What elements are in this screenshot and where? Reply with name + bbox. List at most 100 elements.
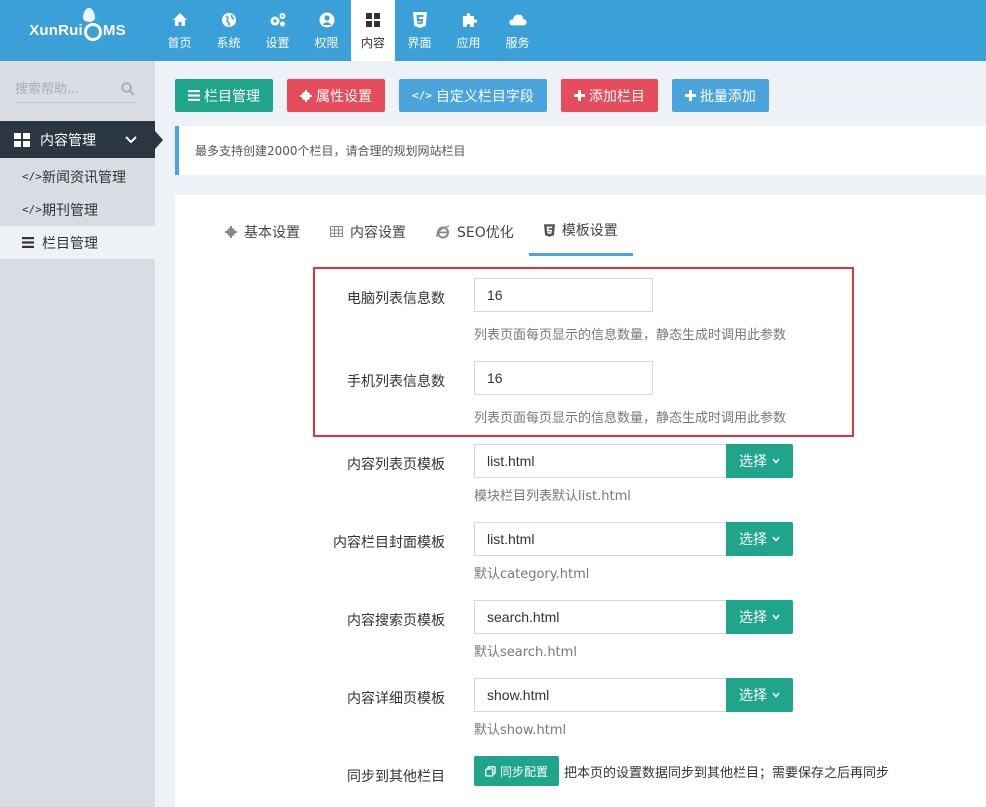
chevron-down-icon [772,458,780,464]
search-icon[interactable] [121,82,135,100]
nav-label: 权限 [314,35,339,50]
sidebar: 内容管理 </> 新闻资讯管理 </> 期刊管理 栏目管理 [0,61,163,807]
sidebar-group-content[interactable]: 内容管理 [0,121,163,158]
nav-item-home[interactable]: 首页 [155,0,204,61]
nav-label: 应用 [456,35,481,50]
column-manage-button[interactable]: 栏目管理 [175,79,273,112]
notice-text: 最多支持创建2000个栏目，请合理的规划网站栏目 [195,144,466,158]
cloud-icon [508,11,527,29]
cover-template-help: 默认category.html [474,567,590,582]
pc-list-help: 列表页面每页显示的信息数量，静态生成时调用此参数 [474,328,787,343]
button-label: 栏目管理 [204,88,260,105]
cover-template-input[interactable]: list.html [474,522,727,556]
top-nav: 首页 系统 设置 权限 内容 界面 应用 服务 [155,0,542,61]
nav-label: 系统 [216,35,241,50]
batch-add-button[interactable]: 批量添加 [671,79,769,112]
list-template-help: 模块栏目列表默认list.html [474,489,631,504]
logo-text-right: MS [102,22,126,39]
search-template-label: 内容搜索页模板 [347,613,445,629]
search-input[interactable] [15,79,115,99]
sidebar-group-label: 内容管理 [40,132,96,149]
gears-icon [269,11,287,29]
sidebar-item-news[interactable]: </> 新闻资讯管理 [0,160,155,193]
show-template-help: 默认show.html [474,723,567,738]
gear-icon [300,89,312,102]
plus-icon [573,90,585,101]
mobile-list-count-input[interactable]: 16 [474,361,653,395]
tab-seo[interactable]: SEO优化 [421,215,529,256]
show-template-label: 内容详细页模板 [347,691,445,707]
code-icon: </> [412,89,432,102]
sidebar-item-label: 新闻资讯管理 [42,169,126,186]
nav-item-apps[interactable]: 应用 [444,0,493,61]
logo[interactable]: XunRui MS [0,0,155,61]
list-template-input[interactable]: list.html [474,444,727,478]
logo-text-left: XunRui [29,22,83,39]
nav-label: 界面 [407,35,432,50]
list-icon [22,237,36,248]
button-label: 添加栏目 [588,88,645,105]
button-label: 批量添加 [699,88,756,105]
pc-list-count-input[interactable]: 16 [474,278,653,312]
logo-c-ring [83,22,102,41]
list-template-select-button[interactable]: 选择 [726,444,793,478]
home-icon [171,11,189,29]
tab-label: 模板设置 [561,223,618,239]
settings-panel: 基本设置 内容设置 SEO优化 模板设置 电脑列表信息数 16 列表页面每页显示… [175,195,986,807]
grid-icon [14,132,30,147]
add-column-button[interactable]: 添加栏目 [560,79,658,112]
sync-config-button[interactable]: 同步配置 [474,756,559,786]
active-arrow [155,131,163,149]
chevron-down-icon [772,536,780,542]
globe-icon [220,11,238,29]
sidebar-search [15,79,137,103]
cover-template-select-button[interactable]: 选择 [726,522,793,556]
nav-item-permissions[interactable]: 权限 [302,0,351,61]
sync-label: 同步到其他栏目 [347,769,445,785]
puzzle-icon [460,11,478,29]
nav-item-content[interactable]: 内容 [351,0,395,61]
chevron-down-icon [125,133,137,149]
tab-label: 内容设置 [350,224,406,241]
nav-item-interface[interactable]: 界面 [395,0,444,61]
pc-list-label: 电脑列表信息数 [347,291,445,307]
copy-icon [485,765,496,777]
gear-icon [225,225,237,238]
sidebar-item-journal[interactable]: </> 期刊管理 [0,193,155,226]
ie-icon [436,224,450,239]
select-label: 选择 [739,610,767,626]
button-label: 自定义栏目字段 [435,88,534,105]
search-template-input[interactable]: search.html [474,600,727,634]
info-notice: 最多支持创建2000个栏目，请合理的规划网站栏目 [175,126,986,175]
mobile-list-help: 列表页面每页显示的信息数量，静态生成时调用此参数 [474,411,787,426]
tab-basic-settings[interactable]: 基本设置 [210,215,315,256]
attribute-settings-button[interactable]: 属性设置 [287,79,385,112]
toolbar: 栏目管理 属性设置 </> 自定义栏目字段 添加栏目 批量添加 [175,79,783,112]
nav-item-settings[interactable]: 设置 [253,0,302,61]
tab-label: SEO优化 [457,224,514,241]
select-label: 选择 [739,454,767,470]
tab-template-settings[interactable]: 模板设置 [528,215,633,256]
sidebar-item-columns[interactable]: 栏目管理 [0,226,155,259]
grid-icon [364,11,382,29]
code-icon: </> [22,203,42,216]
sidebar-item-label: 期刊管理 [42,202,98,219]
list-template-label: 内容列表页模板 [347,457,445,473]
nav-label: 内容 [360,35,385,50]
sync-help: 把本页的设置数据同步到其他栏目；需要保存之后再同步 [564,766,890,781]
custom-field-button[interactable]: </> 自定义栏目字段 [399,79,547,112]
tab-content-settings[interactable]: 内容设置 [315,215,421,256]
sidebar-item-label: 栏目管理 [42,235,98,252]
show-template-input[interactable]: show.html [474,678,727,712]
mobile-list-label: 手机列表信息数 [347,374,445,390]
nav-label: 设置 [265,35,290,50]
chevron-down-icon [772,692,780,698]
select-label: 选择 [739,688,767,704]
nav-item-system[interactable]: 系统 [204,0,253,61]
tab-label: 基本设置 [244,224,300,241]
search-template-select-button[interactable]: 选择 [726,600,793,634]
show-template-select-button[interactable]: 选择 [726,678,793,712]
code-icon: </> [22,170,42,183]
nav-label: 服务 [505,35,530,50]
nav-item-services[interactable]: 服务 [493,0,542,61]
